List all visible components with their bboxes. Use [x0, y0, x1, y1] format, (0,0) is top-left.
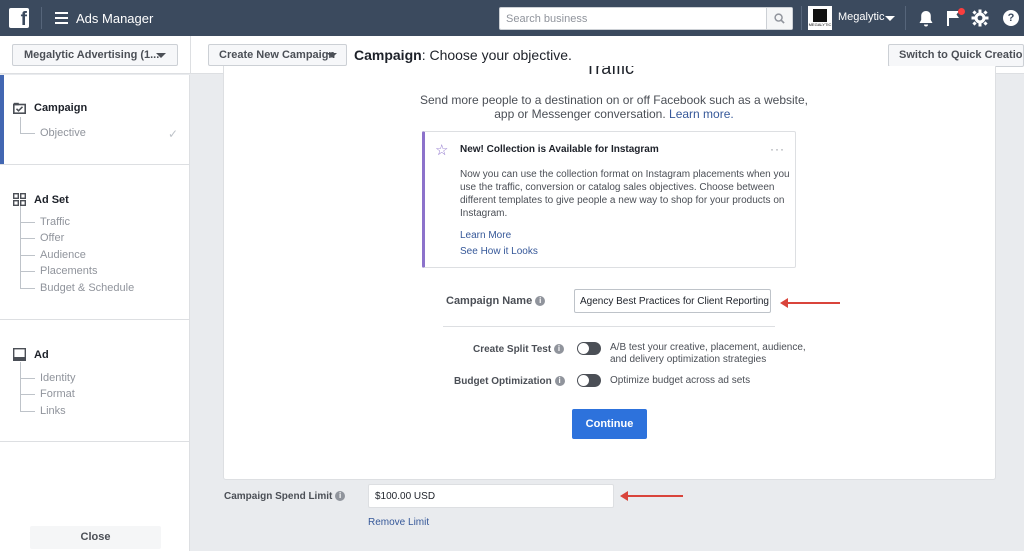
- sidebar-item-ad[interactable]: Ad: [13, 348, 49, 361]
- continue-button[interactable]: Continue: [572, 409, 647, 439]
- more-options-icon[interactable]: ···: [770, 142, 785, 156]
- split-test-toggle[interactable]: [577, 342, 601, 355]
- page-title: Campaign: Choose your objective.: [354, 47, 572, 63]
- sidebar-item-objective[interactable]: Objective: [20, 117, 86, 139]
- chevron-down-icon: [327, 53, 337, 58]
- annotation-arrow: [780, 298, 840, 308]
- ad-account-selector[interactable]: Megalytic Advertising (1...: [12, 44, 178, 66]
- notification-dot: [958, 8, 965, 15]
- split-test-label: Create Split Test i: [473, 344, 564, 355]
- campaign-spend-limit-label: Campaign Spend Limit i: [224, 491, 346, 502]
- budget-optimization-description: Optimize budget across ad sets: [610, 375, 751, 386]
- topbar-divider: [41, 7, 42, 29]
- chevron-down-icon[interactable]: [885, 16, 895, 21]
- star-icon: ☆: [435, 142, 449, 159]
- campaign-name-label-text: Campaign Name: [446, 295, 533, 307]
- objective-description-text: Send more people to a destination on or …: [419, 93, 809, 121]
- close-button[interactable]: Close: [30, 526, 161, 549]
- search-box: [499, 7, 793, 30]
- budget-optimization-label-text: Budget Optimization: [454, 376, 552, 387]
- see-how-it-looks-link[interactable]: See How it Looks: [460, 246, 538, 257]
- sidebar-item-ad-set[interactable]: Ad Set: [13, 193, 69, 206]
- info-icon[interactable]: i: [553, 344, 564, 355]
- sidebar-section-label: Ad Set: [34, 193, 69, 206]
- notice-title: New! Collection is Available for Instagr…: [460, 144, 659, 155]
- ad-account-name: Megalytic Advertising (1...: [24, 49, 160, 61]
- hamburger-menu-icon[interactable]: [55, 12, 68, 24]
- help-icon[interactable]: ?: [1003, 10, 1019, 26]
- info-icon[interactable]: i: [335, 491, 346, 502]
- objective-description: Send more people to a destination on or …: [409, 93, 819, 121]
- switch-to-quick-creation-button[interactable]: Switch to Quick Creation: [888, 44, 1024, 67]
- page-title-step: Campaign: [354, 47, 422, 63]
- create-new-campaign-label: Create New Campaign: [219, 49, 336, 61]
- topbar-divider: [801, 6, 802, 30]
- learn-more-link[interactable]: Learn more.: [669, 107, 734, 121]
- campaign-spend-limit-label-text: Campaign Spend Limit: [224, 491, 333, 502]
- budget-optimization-label: Budget Optimization i: [454, 376, 565, 387]
- notice-learn-more-link[interactable]: Learn More: [460, 230, 511, 241]
- remove-limit-link[interactable]: Remove Limit: [368, 517, 429, 528]
- sidebar-item-budget-schedule[interactable]: Budget & Schedule: [20, 272, 134, 294]
- checkmark-icon: ✓: [167, 127, 178, 141]
- create-new-campaign-button[interactable]: Create New Campaign: [208, 44, 347, 66]
- ad-icon: [13, 348, 26, 361]
- spend-limit-input[interactable]: [368, 484, 614, 508]
- top-navigation-bar: f Ads Manager MEGALYTIC Megalytic ?: [0, 0, 1024, 36]
- account-name[interactable]: Megalytic: [838, 11, 884, 23]
- split-test-label-text: Create Split Test: [473, 344, 552, 355]
- bell-icon[interactable]: [918, 10, 934, 27]
- budget-optimization-toggle[interactable]: [577, 374, 601, 387]
- sidebar-section-label: Ad: [34, 348, 49, 361]
- account-logo[interactable]: MEGALYTIC: [808, 6, 832, 30]
- sidebar-section-campaign: Campaign Objective ✓: [0, 75, 190, 165]
- notice-body: Now you can use the collection format on…: [460, 169, 790, 219]
- header-divider: [190, 36, 191, 74]
- section-divider: [443, 326, 775, 327]
- sidebar-item-links[interactable]: Links: [20, 395, 66, 417]
- flag-icon[interactable]: [946, 8, 965, 29]
- instagram-collection-notice: ☆ New! Collection is Available for Insta…: [422, 131, 796, 268]
- gear-icon[interactable]: [971, 9, 989, 27]
- ad-set-icon: [13, 193, 26, 206]
- annotation-arrow: [620, 491, 683, 501]
- info-icon[interactable]: i: [554, 376, 565, 387]
- sidebar-item-campaign[interactable]: Campaign: [13, 102, 87, 114]
- info-icon[interactable]: i: [535, 296, 546, 307]
- sidebar-section-ad-set: Ad Set Traffic Offer Audience Placements…: [0, 165, 190, 320]
- search-button[interactable]: [766, 8, 792, 29]
- app-title: Ads Manager: [76, 10, 154, 26]
- objective-card: Traffic Send more people to a destinatio…: [223, 66, 996, 480]
- chevron-down-icon: [156, 53, 166, 58]
- creation-steps-sidebar: Campaign Objective ✓ Ad Set Traffic Offe…: [0, 75, 190, 551]
- sidebar-section-label: Campaign: [34, 102, 88, 114]
- facebook-logo-icon[interactable]: f: [9, 8, 29, 30]
- campaign-name-label: Campaign Name i: [446, 295, 546, 307]
- sidebar-section-ad: Ad Identity Format Links: [0, 320, 190, 442]
- split-test-description: A/B test your creative, placement, audie…: [610, 342, 806, 365]
- campaign-icon: [13, 102, 26, 114]
- search-input[interactable]: [500, 8, 765, 29]
- active-step-indicator: [0, 75, 4, 164]
- page-title-description: : Choose your objective.: [421, 47, 572, 63]
- topbar-divider: [905, 6, 906, 30]
- search-icon: [774, 13, 785, 24]
- campaign-name-input[interactable]: [574, 289, 771, 313]
